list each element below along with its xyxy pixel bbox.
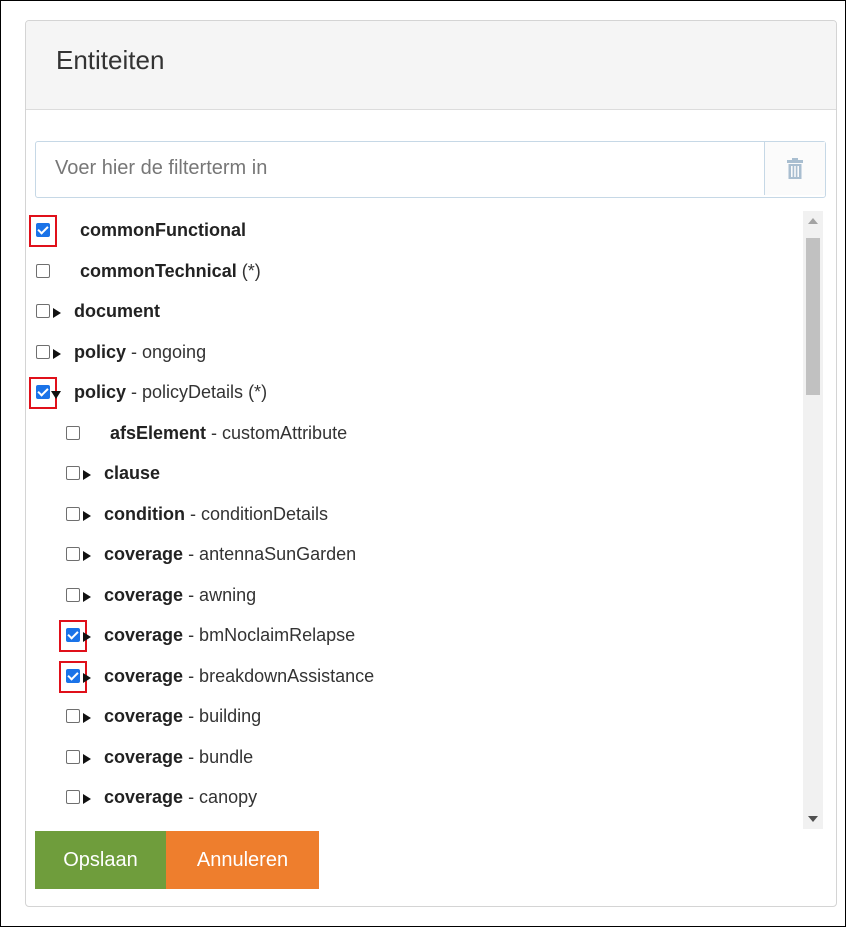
checkbox[interactable] <box>36 344 50 359</box>
tree-item-label: commonTechnical (*) <box>80 261 261 282</box>
tree-row[interactable]: condition - conditionDetails <box>26 496 796 536</box>
entity-detail: - bmNoclaimRelapse <box>183 625 356 645</box>
entities-panel: Entiteiten commonFunctional commonTechnic… <box>25 20 837 907</box>
entity-name: afsElement <box>110 422 207 443</box>
caret-down-icon[interactable] <box>51 391 61 399</box>
caret-right-icon[interactable] <box>53 308 61 318</box>
tree-row[interactable]: afsElement - customAttribute <box>26 415 796 455</box>
tree-row[interactable]: commonTechnical (*) <box>26 253 796 293</box>
checkbox[interactable] <box>66 790 80 804</box>
tree-row[interactable]: policy - policyDetails (*) <box>26 374 796 414</box>
tree-item-label: clause <box>104 463 160 484</box>
tree-item-label: policy - policyDetails (*) <box>74 382 267 403</box>
panel-title: Entiteiten <box>56 45 165 75</box>
tree-item-label: coverage - awning <box>104 585 256 606</box>
tree-item-label: coverage - building <box>104 706 261 727</box>
entity-name: coverage <box>104 746 184 767</box>
caret-right-icon[interactable] <box>83 510 91 521</box>
tree-row[interactable]: coverage - awning <box>26 577 796 617</box>
checkbox[interactable] <box>36 263 50 278</box>
tree-row[interactable]: policy - ongoing <box>26 334 796 374</box>
checkbox[interactable] <box>36 304 50 318</box>
tree-row[interactable] <box>26 820 796 830</box>
tree-item-label: coverage - breakdownAssistance <box>104 666 374 687</box>
tree-scrollbar[interactable] <box>803 211 823 829</box>
save-button[interactable]: Opslaan <box>35 831 166 889</box>
caret-right-icon[interactable] <box>83 591 91 602</box>
entity-name: commonTechnical <box>80 260 237 281</box>
tree-item-label: document <box>74 301 160 322</box>
tree-row[interactable]: coverage - breakdownAssistance <box>26 658 796 698</box>
tree-item-label: afsElement - customAttribute <box>110 423 347 444</box>
scroll-down-arrow-icon[interactable] <box>808 816 818 822</box>
tree-item-label: coverage - canopy <box>104 787 257 808</box>
checkbox[interactable] <box>66 709 80 723</box>
scroll-thumb[interactable] <box>806 238 820 395</box>
tree-row[interactable]: document <box>26 293 796 333</box>
entity-detail: - canopy <box>183 787 258 807</box>
tree-row[interactable]: coverage - building <box>26 698 796 738</box>
tree-item-label: coverage - bundle <box>104 747 253 768</box>
tree-row[interactable]: coverage - antennaSunGarden <box>26 536 796 576</box>
caret-right-icon[interactable] <box>83 672 91 683</box>
entity-name: coverage <box>104 625 184 645</box>
entity-detail: - antennaSunGarden <box>183 544 357 564</box>
cancel-button[interactable]: Annuleren <box>166 831 319 889</box>
entity-suffix: (*) <box>243 382 268 402</box>
caret-right-icon[interactable] <box>83 632 91 642</box>
tree-item-label: condition - conditionDetails <box>104 504 328 525</box>
tree-item-label: coverage - bmNoclaimRelapse <box>104 625 355 646</box>
trash-icon <box>787 157 803 179</box>
entity-name: commonFunctional <box>80 220 246 240</box>
checkbox[interactable] <box>66 506 80 521</box>
entity-detail: - breakdownAssistance <box>183 665 375 686</box>
entity-name: coverage <box>104 706 184 726</box>
checkbox[interactable] <box>66 587 80 602</box>
highlight-box <box>29 215 57 247</box>
tree-row[interactable]: commonFunctional <box>26 212 796 252</box>
entity-detail: - customAttribute <box>206 422 348 443</box>
filter-box <box>35 141 826 198</box>
entity-detail: - conditionDetails <box>184 503 329 524</box>
panel-header: Entiteiten <box>26 21 836 110</box>
caret-right-icon[interactable] <box>83 551 91 561</box>
filter-input[interactable] <box>36 142 764 195</box>
tree-row[interactable]: clause <box>26 455 796 495</box>
entity-name: coverage <box>104 544 184 564</box>
dialog-frame: Entiteiten commonFunctional commonTechnic… <box>0 0 846 927</box>
entity-name: policy <box>74 341 127 362</box>
entity-detail: - policyDetails <box>126 382 244 402</box>
entity-name: document <box>74 301 161 321</box>
caret-right-icon[interactable] <box>83 753 91 764</box>
checkbox[interactable] <box>66 466 80 480</box>
caret-right-icon[interactable] <box>83 794 91 804</box>
entity-name: clause <box>104 463 161 483</box>
clear-filter-button[interactable] <box>764 142 825 195</box>
caret-right-icon[interactable] <box>83 713 91 723</box>
checkbox[interactable] <box>66 425 80 440</box>
caret-right-icon[interactable] <box>83 470 91 480</box>
checkbox[interactable] <box>66 547 80 561</box>
tree-item-label: policy - ongoing <box>74 342 206 363</box>
checkbox[interactable] <box>66 749 80 764</box>
tree-row[interactable]: coverage - bmNoclaimRelapse <box>26 617 796 657</box>
entity-detail: - ongoing <box>126 341 207 362</box>
entity-suffix: (*) <box>236 260 261 281</box>
entity-detail: - awning <box>183 584 257 605</box>
tree-item-label: commonFunctional <box>80 220 246 241</box>
entity-tree: commonFunctional commonTechnical (*) docum… <box>26 211 803 829</box>
scroll-up-arrow-icon[interactable] <box>808 218 818 224</box>
entity-name: coverage <box>104 665 184 686</box>
tree-row[interactable]: coverage - canopy <box>26 779 796 819</box>
entity-name: coverage <box>104 584 184 605</box>
caret-right-icon[interactable] <box>53 348 61 359</box>
entity-name: policy <box>74 382 127 402</box>
tree-row[interactable]: coverage - bundle <box>26 739 796 779</box>
entity-detail: - bundle <box>183 746 254 767</box>
entity-detail: - building <box>183 706 262 726</box>
tree-item-label: coverage - antennaSunGarden <box>104 544 356 565</box>
entity-name: coverage <box>104 787 184 807</box>
entity-name: condition <box>104 503 185 524</box>
